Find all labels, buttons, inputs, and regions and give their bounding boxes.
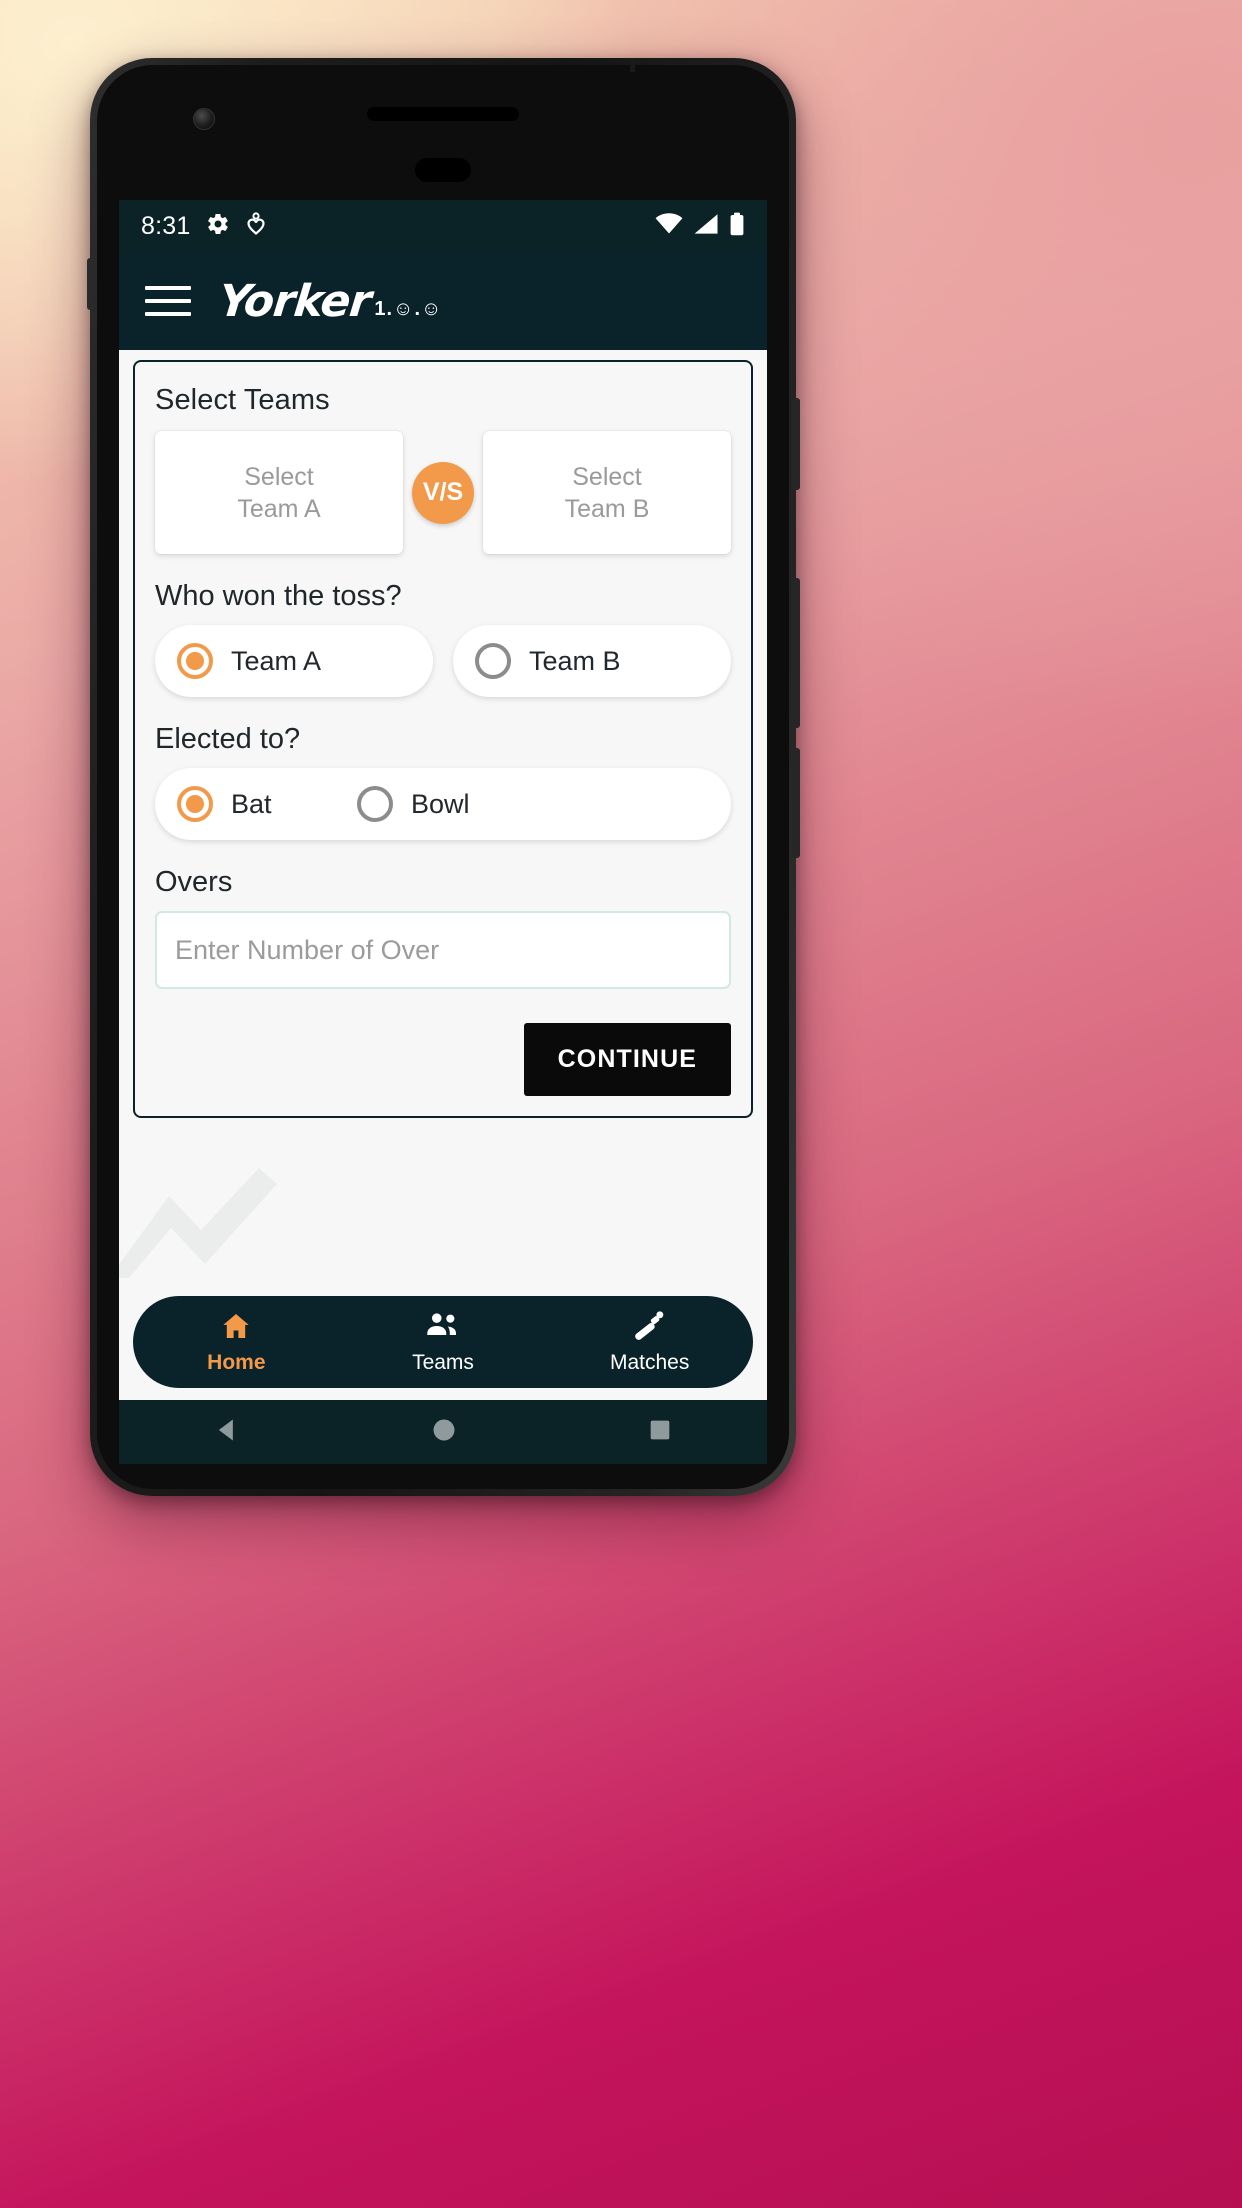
radio-selected-icon[interactable] bbox=[177, 643, 213, 679]
toss-option-team-a-label: Team A bbox=[231, 645, 322, 676]
top-antenna-line bbox=[630, 58, 635, 72]
toss-options-row: Team A Team B bbox=[155, 625, 731, 697]
continue-button[interactable]: CONTINUE bbox=[523, 1023, 731, 1096]
location-heart-icon bbox=[246, 211, 266, 241]
wallpaper-background: 8:31 Yorker 1.☺.☺ Select Teams Select Te… bbox=[0, 0, 1242, 2208]
overs-label: Overs bbox=[155, 866, 233, 898]
sensor-housing bbox=[415, 158, 471, 182]
front-camera-icon bbox=[193, 108, 215, 130]
phone-screen: 8:31 Yorker 1.☺.☺ Select Teams Select Te… bbox=[119, 200, 767, 1400]
gear-icon bbox=[206, 212, 230, 241]
people-icon bbox=[424, 1310, 462, 1347]
page-body: Select Teams Select Team A V/S Select Te… bbox=[119, 350, 767, 1400]
nav-item-home-label: Home bbox=[207, 1350, 266, 1374]
nav-item-matches[interactable]: Matches bbox=[546, 1310, 753, 1375]
wifi-icon bbox=[655, 212, 683, 240]
back-triangle-icon[interactable] bbox=[212, 1416, 242, 1449]
toss-option-team-b-label: Team B bbox=[529, 645, 621, 676]
team-b-line1: Select bbox=[572, 462, 642, 491]
volume-down-button[interactable] bbox=[792, 748, 800, 858]
toss-option-team-a[interactable]: Team A bbox=[155, 625, 433, 697]
home-icon bbox=[218, 1310, 254, 1347]
app-bar: Yorker 1.☺.☺ bbox=[119, 252, 767, 350]
android-navigation-bar bbox=[119, 1400, 767, 1464]
phone-device-frame: 8:31 Yorker 1.☺.☺ Select Teams Select Te… bbox=[87, 58, 800, 1496]
team-b-line2: Team B bbox=[564, 494, 650, 523]
recents-square-icon[interactable] bbox=[646, 1416, 674, 1449]
background-watermark bbox=[119, 1168, 277, 1278]
radio-unselected-icon[interactable] bbox=[357, 786, 393, 822]
select-teams-label: Select Teams bbox=[155, 384, 330, 416]
earpiece-speaker bbox=[367, 107, 519, 121]
select-team-a-button[interactable]: Select Team A bbox=[155, 431, 403, 554]
elected-options-row: Bat Bowl bbox=[155, 768, 731, 840]
match-setup-card: Select Teams Select Team A V/S Select Te… bbox=[133, 360, 753, 1118]
battery-icon bbox=[729, 212, 745, 241]
power-button[interactable] bbox=[792, 398, 800, 490]
signal-icon bbox=[693, 213, 719, 240]
nav-item-teams[interactable]: Teams bbox=[340, 1310, 547, 1375]
elected-options-pill: Bat Bowl bbox=[155, 768, 731, 840]
hamburger-menu-icon[interactable] bbox=[145, 286, 191, 316]
cricket-bat-icon bbox=[631, 1310, 669, 1347]
nav-item-matches-label: Matches bbox=[609, 1350, 690, 1374]
radio-unselected-icon[interactable] bbox=[475, 643, 511, 679]
nav-item-home[interactable]: Home bbox=[133, 1310, 340, 1375]
elected-option-bat[interactable]: Bat bbox=[177, 786, 357, 822]
app-version-label: 1.☺.☺ bbox=[374, 297, 443, 320]
home-circle-icon[interactable] bbox=[429, 1416, 459, 1449]
team-a-line1: Select bbox=[244, 462, 314, 491]
status-clock: 8:31 bbox=[141, 211, 191, 240]
app-brand: Yorker 1.☺.☺ bbox=[216, 275, 443, 327]
overs-input[interactable] bbox=[155, 911, 731, 989]
continue-row: CONTINUE bbox=[155, 1023, 731, 1096]
toss-question-label: Who won the toss? bbox=[155, 580, 402, 612]
elected-option-bat-label: Bat bbox=[231, 788, 272, 819]
nav-item-teams-label: Teams bbox=[412, 1350, 474, 1374]
elected-option-bowl-label: Bowl bbox=[411, 788, 470, 819]
sim-tray bbox=[87, 258, 93, 310]
teams-row: Select Team A V/S Select Team B bbox=[155, 431, 731, 554]
team-a-line2: Team A bbox=[237, 494, 321, 523]
toss-option-team-b[interactable]: Team B bbox=[453, 625, 731, 697]
vs-badge: V/S bbox=[412, 461, 474, 524]
radio-selected-icon[interactable] bbox=[177, 786, 213, 822]
elected-question-label: Elected to? bbox=[155, 723, 301, 755]
app-title: Yorker bbox=[216, 275, 374, 327]
bottom-navigation-bar: Home Teams Matches bbox=[133, 1296, 753, 1388]
select-team-b-button[interactable]: Select Team B bbox=[483, 431, 731, 554]
android-status-bar: 8:31 bbox=[119, 200, 767, 252]
elected-option-bowl[interactable]: Bowl bbox=[357, 786, 470, 822]
volume-up-button[interactable] bbox=[792, 578, 800, 728]
